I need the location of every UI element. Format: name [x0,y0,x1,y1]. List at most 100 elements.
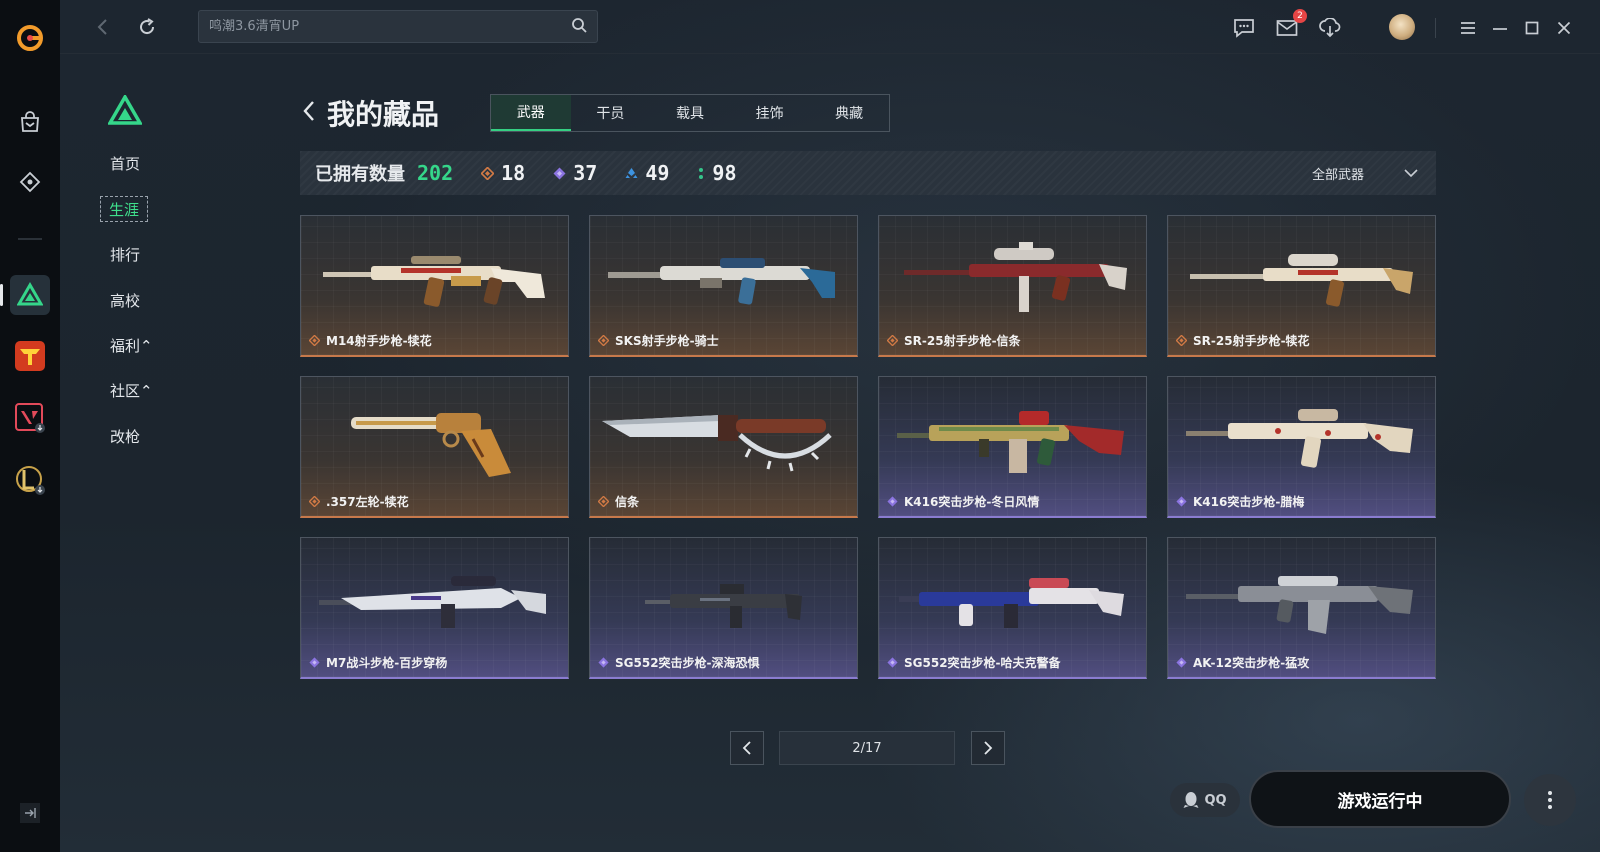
more-vertical-icon [1548,791,1552,809]
tab-vehicles[interactable]: 载具 [650,95,730,131]
league-of-legends-icon[interactable] [10,460,50,500]
store-bag-icon[interactable] [10,102,50,142]
app-logo-icon[interactable] [10,18,50,58]
weapon-label: K416突击步枪-腊梅 [1176,493,1304,510]
expand-sidebar-icon[interactable] [20,803,40,823]
chat-icon[interactable] [1230,14,1258,42]
weapon-filter-dropdown[interactable]: 全部武器 [1312,151,1418,195]
rarity-purple-count: 37 [573,161,598,185]
weapon-label: .357左轮-犊花 [309,493,409,510]
weapon-name: SG552突击步枪-深海恐惧 [615,656,760,670]
owned-label: 已拥有数量 [315,164,405,185]
prev-page-button[interactable] [730,731,764,765]
main-area: 2 首页 生涯 排行 高校 福利⌃ 社区⌃ 改枪 我的藏品 武器 干员 [60,0,1600,852]
tab-charms[interactable]: 挂饰 [730,95,810,131]
sidenav-gunsmith[interactable]: 改枪 [110,423,140,449]
back-nav-icon[interactable] [90,14,116,40]
download-icon[interactable] [1316,14,1344,42]
qq-button[interactable]: QQ [1170,783,1240,817]
game-tag-icon[interactable] [10,162,50,202]
weapon-image [645,584,802,628]
chevron-down-icon [1404,168,1418,177]
delta-force-game-icon[interactable] [10,275,50,315]
owned-count: 202 [417,161,454,185]
sidenav-ranking[interactable]: 排行 [110,241,140,267]
minimize-icon[interactable] [1486,14,1514,42]
sidenav-college[interactable]: 高校 [110,287,140,313]
weapon-grid: M14射手步枪-犊花 SKS射手步枪-骑士 SR-25射手步枪-信条 SR-25… [300,215,1436,679]
weapon-card[interactable]: K416突击步枪-冬日风情 [878,376,1147,518]
weapon-label: SG552突击步枪-哈夫克警备 [887,654,1061,671]
weapon-card[interactable]: SG552突击步枪-深海恐惧 [589,537,858,679]
weapon-card[interactable]: M7战斗步枪-百步穿杨 [300,537,569,679]
game-running-button[interactable]: 游戏运行中 [1249,770,1511,828]
weapon-card[interactable]: SG552突击步枪-哈夫克警备 [878,537,1147,679]
rarity-green: 98 [697,161,737,185]
close-icon[interactable] [1550,14,1578,42]
search-icon[interactable] [571,17,587,37]
refresh-icon[interactable] [134,14,160,40]
weapon-label: SR-25射手步枪-犊花 [1176,332,1310,349]
page-back-icon[interactable] [298,97,320,125]
weapon-card[interactable]: 信条 [589,376,858,518]
sidenav-community[interactable]: 社区⌃ [110,377,153,403]
top-bar: 2 [60,0,1600,54]
weapon-image [904,242,1127,312]
gold-rarity-icon [598,335,609,346]
purple-rarity-icon [887,496,898,507]
weapon-card[interactable]: SKS射手步枪-骑士 [589,215,858,357]
tab-weapons[interactable]: 武器 [491,95,571,131]
topbar-divider [1435,18,1436,38]
weapon-name: SR-25射手步枪-犊花 [1193,334,1310,348]
owned-summary-bar: 已拥有数量 202 18 37 49 98 全部武器 [300,151,1436,195]
weapon-label: K416突击步枪-冬日风情 [887,493,1039,510]
weapon-card[interactable]: K416突击步枪-腊梅 [1167,376,1436,518]
weapon-label: SKS射手步枪-骑士 [598,332,719,349]
sidenav-welfare[interactable]: 福利⌃ [110,332,153,358]
maximize-icon[interactable] [1518,14,1546,42]
weapon-name: 信条 [615,495,640,509]
rail-active-indicator [0,284,3,306]
game-shortcut-icon-1[interactable] [10,336,50,376]
sidenav-home[interactable]: 首页 [110,150,140,176]
purple-rarity-icon [887,657,898,668]
weapon-label: 信条 [598,493,639,510]
weapon-card[interactable]: AK-12突击步枪-猛攻 [1167,537,1436,679]
qq-penguin-icon [1183,792,1199,808]
weapon-card[interactable]: .357左轮-犊花 [300,376,569,518]
weapon-name: .357左轮-犊花 [326,495,409,509]
weapon-card[interactable]: SR-25射手步枪-犊花 [1167,215,1436,357]
user-avatar[interactable] [1389,14,1415,40]
rarity-blue-count: 49 [645,161,670,185]
search-input[interactable] [209,19,571,34]
weapon-image [899,578,1124,628]
weapon-name: AK-12突击步枪-猛攻 [1193,656,1310,670]
weapon-filter-label: 全部武器 [1311,167,1364,183]
sidenav-career[interactable]: 生涯 [100,196,149,222]
gold-rarity-icon [887,335,898,346]
next-page-button[interactable] [971,731,1005,765]
gold-rarity-icon [309,496,320,507]
weapon-card[interactable]: M14射手步枪-犊花 [300,215,569,357]
tab-operators[interactable]: 干员 [571,95,651,131]
weapon-label: M7战斗步枪-百步穿杨 [309,654,447,671]
mail-icon[interactable]: 2 [1273,9,1307,42]
weapon-name: SKS射手步枪-骑士 [615,334,719,348]
chevron-left-icon [742,741,751,755]
more-options-button[interactable] [1524,774,1576,826]
purple-rarity-icon [1176,657,1187,668]
weapon-card[interactable]: SR-25射手步枪-信条 [878,215,1147,357]
weapon-name: M7战斗步枪-百步穿杨 [326,656,448,670]
mail-badge: 2 [1293,9,1307,23]
weapon-image [1190,254,1413,307]
delta-force-logo-icon[interactable] [106,93,144,129]
menu-icon[interactable] [1454,14,1482,42]
purple-rarity-icon [309,657,320,668]
weapon-image [319,576,546,628]
valorant-game-icon[interactable] [10,398,50,438]
gold-diamond-icon [481,166,495,180]
blue-diamond-icon [625,167,638,178]
rail-divider [18,238,42,240]
rarity-green-count: 98 [712,161,737,185]
tab-collection[interactable]: 典藏 [809,95,889,131]
